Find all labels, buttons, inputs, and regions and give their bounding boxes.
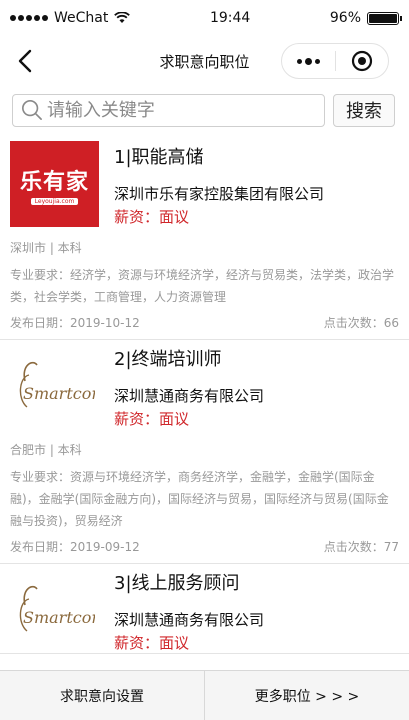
publish-date: 发布日期：2019-09-12 [10, 540, 140, 554]
battery-percent: 96% [329, 10, 361, 26]
major-requirement: 专业要求：经济学，资源与环境经济学，经济与贸易类，法学类，政治学类，社会学类，工… [10, 268, 395, 304]
close-miniapp-button[interactable] [336, 44, 389, 78]
intention-settings-button[interactable]: 求职意向设置 [0, 671, 204, 720]
nav-bar: 求职意向职位 [0, 36, 409, 86]
salary: 薪资：面议 [114, 208, 190, 226]
more-icon [296, 57, 320, 65]
logo-text: 乐有家 [19, 169, 89, 195]
target-icon [351, 50, 372, 72]
company-name: 深圳市乐有家控股集团有限公司 [114, 185, 325, 203]
status-bar: WeChat 19:44 96% [0, 0, 409, 36]
company-logo: Smartcom [10, 567, 99, 653]
miniapp-capsule [281, 43, 389, 79]
location-education: 合肥市 | 本科 [10, 443, 82, 457]
page-title: 求职意向职位 [159, 52, 250, 71]
svg-text:Smartcom: Smartcom [23, 384, 95, 403]
logo-subtext: Leyoujia.com [30, 197, 79, 205]
chevron-left-icon [18, 49, 32, 73]
search-row: 搜索 [0, 86, 409, 128]
carrier-label: WeChat [54, 10, 109, 26]
search-input[interactable] [46, 99, 324, 121]
salary: 薪资：面议 [114, 634, 190, 652]
svg-text:Smartcom: Smartcom [23, 608, 95, 627]
company-name: 深圳慧通商务有限公司 [114, 611, 265, 629]
salary: 薪资：面议 [114, 410, 190, 428]
bottom-bar: 求职意向设置 更多职位 > > > [0, 670, 409, 720]
smartcom-logo: Smartcom [19, 585, 95, 632]
publish-date: 发布日期：2019-10-12 [10, 316, 140, 330]
clock: 19:44 [209, 10, 251, 26]
company-logo: 乐有家 Leyoujia.com [10, 141, 99, 227]
smartcom-logo: Smartcom [19, 361, 95, 408]
more-menu-button[interactable] [282, 44, 335, 78]
click-count: 点击次数：77 [323, 540, 399, 554]
back-button[interactable] [10, 44, 40, 78]
signal-icon [10, 15, 48, 21]
location-education: 深圳市 | 本科 [10, 241, 82, 255]
wifi-icon [114, 12, 131, 23]
job-title: 1|职能高储 [114, 147, 204, 168]
job-card[interactable]: Smartcom 3|线上服务顾问 深圳慧通商务有限公司 薪资：面议 [0, 564, 409, 654]
company-logo: Smartcom [10, 343, 99, 429]
battery-icon [367, 11, 402, 25]
job-title: 2|终端培训师 [114, 349, 222, 370]
job-title: 3|线上服务顾问 [114, 573, 240, 594]
more-jobs-button[interactable]: 更多职位 > > > [205, 671, 409, 720]
search-button[interactable]: 搜索 [333, 93, 395, 127]
job-list: 乐有家 Leyoujia.com 1|职能高储 深圳市乐有家控股集团有限公司 薪… [0, 138, 409, 670]
job-card[interactable]: Smartcom 2|终端培训师 深圳慧通商务有限公司 薪资：面议 合肥市 | … [0, 340, 409, 564]
job-card[interactable]: 乐有家 Leyoujia.com 1|职能高储 深圳市乐有家控股集团有限公司 薪… [0, 138, 409, 340]
search-box [12, 93, 325, 127]
company-name: 深圳慧通商务有限公司 [114, 387, 265, 405]
major-requirement: 专业要求：资源与环境经济学，商务经济学，金融学，金融学(国际金融)，金融学(国际… [10, 470, 389, 528]
click-count: 点击次数：66 [323, 316, 399, 330]
search-icon [22, 100, 42, 120]
